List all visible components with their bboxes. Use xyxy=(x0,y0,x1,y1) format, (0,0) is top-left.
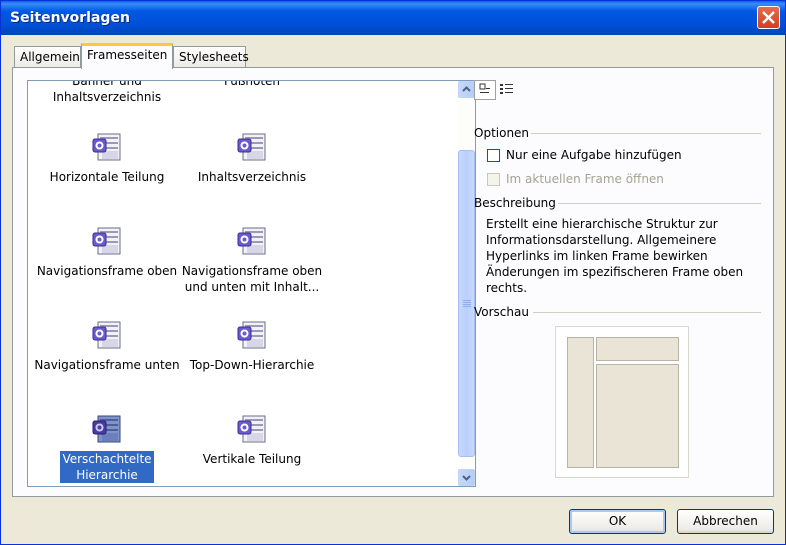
cancel-button[interactable]: Abbrechen xyxy=(677,509,774,534)
preview-pane xyxy=(555,326,689,478)
chevron-up-icon xyxy=(462,86,471,92)
close-icon xyxy=(762,11,775,24)
frameset-template-icon xyxy=(237,133,266,161)
item-label: Navigationsframe oben und unten mit Inhal… xyxy=(181,264,323,294)
list-item[interactable]: Horizontale Teilung xyxy=(32,131,182,185)
preview-frame-top-right xyxy=(596,337,679,361)
list-item[interactable]: Vertikale Teilung xyxy=(177,413,327,467)
list-item[interactable]: Navigationsframe unten xyxy=(32,319,182,373)
large-icons-view-button[interactable] xyxy=(474,80,496,100)
frameset-template-icon xyxy=(92,133,121,161)
description-divider xyxy=(558,203,761,204)
list-view-icon xyxy=(500,84,513,94)
tab-stylesheets[interactable]: Stylesheets xyxy=(173,46,249,67)
dialog-window: Seitenvorlagen Allgemein Framesseiten St… xyxy=(0,0,786,545)
item-label: Top-Down-Hierarchie xyxy=(189,358,315,372)
vertical-scrollbar[interactable] xyxy=(458,81,475,486)
single-task-checkbox[interactable] xyxy=(487,149,500,162)
item-label: Navigationsframe oben xyxy=(36,264,178,278)
list-item[interactable]: Navigationsframe oben und unten mit Inhal… xyxy=(177,225,327,295)
close-button[interactable] xyxy=(757,6,780,29)
preview-section-title: Vorschau xyxy=(474,305,529,319)
tab-framesseiten[interactable]: Framesseiten xyxy=(81,43,173,69)
scroll-down-button[interactable] xyxy=(458,469,475,486)
list-item[interactable]: Top-Down-Hierarchie xyxy=(177,319,327,373)
title-bar[interactable]: Seitenvorlagen xyxy=(1,1,785,35)
frameset-template-icon xyxy=(237,415,266,443)
item-label: Verschachtelte Hierarchie xyxy=(60,451,154,483)
item-label: Fußnoten xyxy=(223,80,281,88)
window-title: Seitenvorlagen xyxy=(10,10,130,26)
description-section-title: Beschreibung xyxy=(474,196,556,210)
open-in-frame-checkbox[interactable] xyxy=(487,173,500,186)
item-label: Vertikale Teilung xyxy=(202,452,302,466)
frameset-template-icon xyxy=(92,321,121,349)
frameset-template-icon xyxy=(237,227,266,255)
options-divider xyxy=(531,133,761,134)
frameset-template-icon xyxy=(92,415,121,443)
scroll-thumb[interactable] xyxy=(458,150,475,457)
list-item[interactable]: Banner und Inhaltsverzeichnis xyxy=(32,80,182,105)
chevron-down-icon xyxy=(462,475,471,481)
single-task-label[interactable]: Nur eine Aufgabe hinzufügen xyxy=(506,148,682,162)
template-list[interactable]: Banner und Inhaltsverzeichnis Fußnoten Ho… xyxy=(27,80,476,487)
tab-allgemein[interactable]: Allgemein xyxy=(14,46,81,67)
item-label: Inhaltsverzeichnis xyxy=(197,170,307,184)
list-item[interactable]: Navigationsframe oben xyxy=(32,225,182,279)
frameset-template-icon xyxy=(92,227,121,255)
list-view-button[interactable] xyxy=(498,80,520,100)
open-in-frame-label: Im aktuellen Frame öffnen xyxy=(506,172,664,186)
list-item[interactable]: Fußnoten xyxy=(177,80,327,89)
item-label: Banner und Inhaltsverzeichnis xyxy=(52,80,162,104)
item-label: Horizontale Teilung xyxy=(49,170,165,184)
options-section-title: Optionen xyxy=(474,126,530,140)
preview-divider xyxy=(533,312,761,313)
tab-panel: Banner und Inhaltsverzeichnis Fußnoten Ho… xyxy=(12,67,774,497)
preview-frame-left xyxy=(567,337,594,468)
ok-button[interactable]: OK xyxy=(569,509,666,534)
list-item-selected[interactable]: Verschachtelte Hierarchie xyxy=(32,413,182,483)
scroll-up-button[interactable] xyxy=(458,81,475,98)
preview-frame-main xyxy=(596,364,679,468)
frameset-template-icon xyxy=(237,321,266,349)
item-label: Navigationsframe unten xyxy=(34,358,180,372)
list-item[interactable]: Inhaltsverzeichnis xyxy=(177,131,327,185)
description-text: Erstellt eine hierarchische Struktur zur… xyxy=(486,217,744,295)
large-icons-view-icon xyxy=(479,83,490,93)
